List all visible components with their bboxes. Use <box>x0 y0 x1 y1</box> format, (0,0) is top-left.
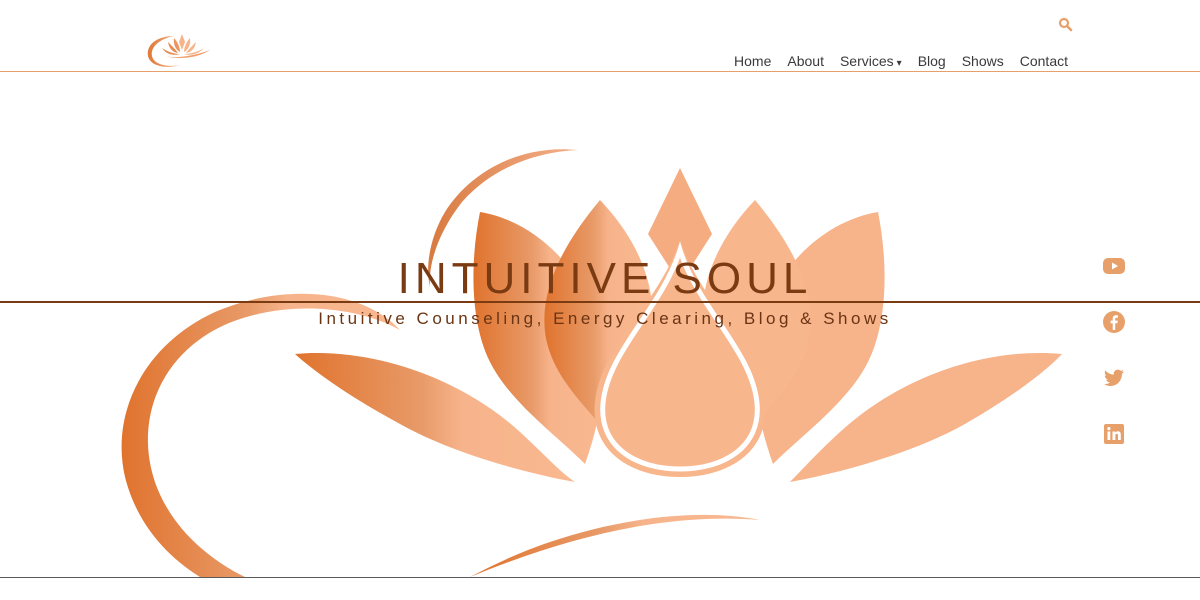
hero-subtitle: Intuitive Counseling, Energy Clearing, B… <box>318 309 892 328</box>
hero-section: INTUITIVE SOUL Intuitive Counseling, Ene… <box>0 72 1200 577</box>
nav-item-about[interactable]: About <box>787 52 824 73</box>
facebook-icon[interactable] <box>1102 310 1126 334</box>
linkedin-icon[interactable] <box>1102 422 1126 446</box>
youtube-icon[interactable] <box>1102 254 1126 278</box>
site-header: Home About Services ▾ Blog Shows Contact <box>0 0 1200 72</box>
lotus-logo-icon[interactable] <box>144 30 216 72</box>
bottom-rule <box>0 577 1200 578</box>
nav-item-blog[interactable]: Blog <box>918 52 946 73</box>
page: Home About Services▾ Blog Shows Contact <box>0 0 1200 600</box>
twitter-icon[interactable] <box>1102 366 1126 390</box>
search-icon[interactable] <box>1056 14 1076 34</box>
main-nav: Home About Services ▾ Blog Shows Contact <box>734 52 1068 73</box>
nav-item-services-label: Services <box>839 53 894 69</box>
nav-item-home[interactable]: Home <box>734 52 771 73</box>
hero-title: INTUITIVE SOUL <box>397 254 813 303</box>
chevron-down-icon: ▾ <box>896 58 902 69</box>
nav-item-shows[interactable]: Shows <box>962 52 1004 73</box>
nav-item-services[interactable]: Services ▾ <box>840 52 902 73</box>
nav-item-contact[interactable]: Contact <box>1020 52 1068 73</box>
